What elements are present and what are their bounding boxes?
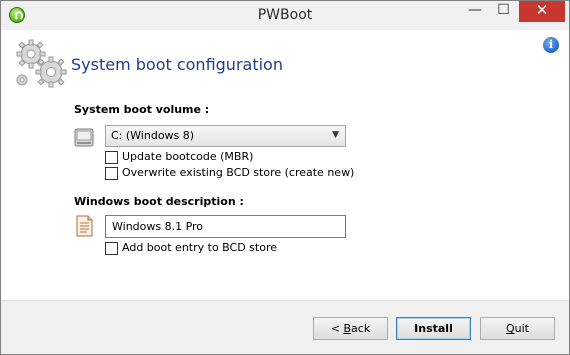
boot-description-input[interactable] (106, 216, 345, 237)
add-boot-entry-checkbox[interactable] (105, 242, 118, 255)
install-button[interactable]: Install (396, 317, 471, 340)
back-button[interactable]: < Back (313, 317, 388, 340)
chevron-down-icon[interactable]: ▼ (332, 130, 339, 140)
gears-icon (16, 39, 67, 88)
overwrite-bcd-checkbox[interactable] (105, 167, 118, 180)
add-boot-entry-label[interactable]: Add boot entry to BCD store (122, 241, 277, 254)
page-title: System boot configuration (71, 55, 283, 74)
overwrite-bcd-label[interactable]: Overwrite existing BCD store (create new… (122, 166, 354, 179)
boot-volume-value: C: (Windows 8) (111, 129, 195, 142)
main-content: System boot configuration i System boot … (1, 30, 569, 300)
info-icon[interactable]: i (543, 37, 559, 53)
update-bootcode-option[interactable]: Update bootcode (MBR) (105, 149, 345, 165)
boot-description-label: Windows boot description : (74, 195, 244, 208)
back-prefix: < (330, 322, 344, 335)
update-bootcode-checkbox[interactable] (105, 151, 118, 164)
boot-volume-label: System boot volume : (74, 103, 210, 116)
back-mnemonic: B (343, 322, 352, 335)
minimize-button[interactable]: — (461, 1, 489, 22)
quit-button[interactable]: Quit (480, 317, 555, 340)
back-rest: ack (351, 322, 371, 335)
quit-mnemonic: Q (505, 322, 515, 335)
update-bootcode-label[interactable]: Update bootcode (MBR) (122, 150, 253, 163)
document-icon (76, 215, 93, 237)
boot-volume-select[interactable]: C: (Windows 8) ▼ (105, 125, 346, 147)
add-boot-entry-option[interactable]: Add boot entry to BCD store (105, 240, 345, 256)
maximize-button[interactable]: ☐ (490, 1, 517, 22)
hard-drive-icon (74, 128, 94, 147)
close-button[interactable]: ✕ (519, 1, 565, 22)
overwrite-bcd-option[interactable]: Overwrite existing BCD store (create new… (105, 165, 354, 181)
quit-rest: uit (514, 322, 529, 335)
boot-description-field[interactable] (105, 215, 346, 238)
title-bar[interactable]: PWBoot — ☐ ✕ (1, 1, 569, 30)
button-bar: < Back Install Quit (1, 300, 569, 354)
pwboot-window: PWBoot — ☐ ✕ System boot configuration i… (0, 0, 570, 355)
